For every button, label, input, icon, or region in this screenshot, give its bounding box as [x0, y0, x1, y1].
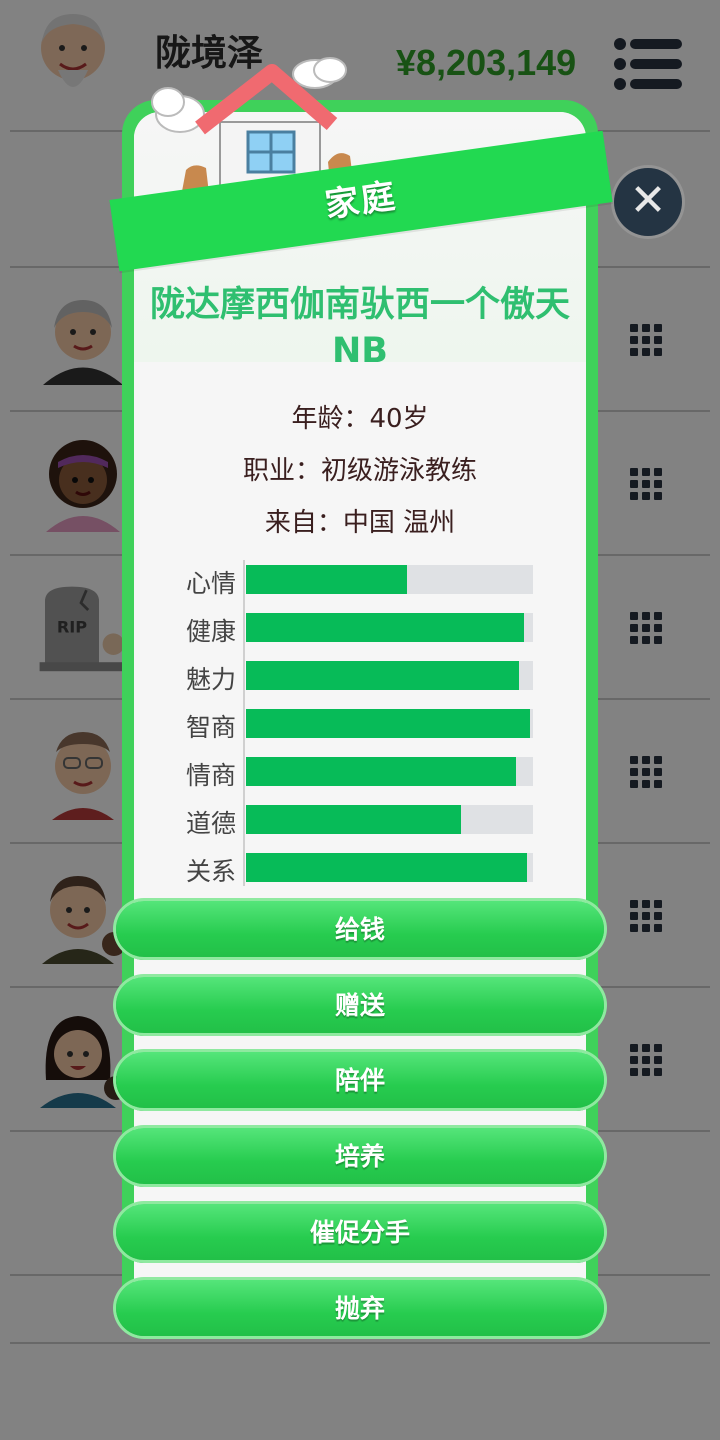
stat-label-morality: 道德 [185, 809, 236, 838]
stat-label-mood: 心情 [185, 569, 236, 598]
gift-label: 赠送 [334, 991, 385, 1020]
stat-label-iq: 智商 [185, 713, 236, 742]
urge-breakup-label: 催促分手 [309, 1218, 410, 1247]
member-name-line2: NB [332, 331, 388, 371]
gift-button[interactable]: 赠送 [116, 977, 604, 1033]
nurture-button[interactable]: 培养 [116, 1128, 604, 1184]
stat-label-health: 健康 [185, 617, 236, 646]
abandon-button[interactable]: 抛弃 [116, 1280, 604, 1336]
urge-breakup-button[interactable]: 催促分手 [116, 1204, 604, 1260]
stat-fill-eq [246, 757, 516, 786]
member-name-line1: 陇达摩西伽南驮西一个傲天 [149, 285, 570, 325]
give-money-label: 给钱 [334, 915, 385, 944]
member-origin: 来自：中国 温州 [264, 508, 456, 538]
close-icon: ✕ [629, 175, 667, 226]
stat-bar-relationship [246, 853, 533, 882]
stat-label-eq: 情商 [185, 761, 236, 790]
member-name: 陇达摩西伽南驮西一个傲天 NB [134, 282, 586, 374]
stats-axis [243, 560, 245, 886]
stat-fill-mood [246, 565, 407, 594]
stat-fill-morality [246, 805, 462, 834]
stat-bar-mood [246, 565, 533, 594]
abandon-label: 抛弃 [334, 1294, 385, 1323]
nurture-label: 培养 [334, 1142, 385, 1171]
accompany-button[interactable]: 陪伴 [116, 1052, 604, 1108]
stat-label-charm: 魅力 [185, 665, 236, 694]
stat-bar-charm [246, 661, 533, 690]
stat-bar-morality [246, 805, 533, 834]
give-money-button[interactable]: 给钱 [116, 901, 604, 957]
member-age: 年龄：40岁 [291, 404, 429, 434]
stat-fill-relationship [246, 853, 528, 882]
stat-fill-charm [246, 661, 519, 690]
stat-label-relationship: 关系 [185, 857, 236, 886]
accompany-label: 陪伴 [334, 1066, 385, 1095]
stat-bar-health [246, 613, 533, 642]
stat-bar-iq [246, 709, 533, 738]
stat-bar-eq [246, 757, 533, 786]
close-button[interactable]: ✕ [614, 168, 682, 236]
stat-fill-iq [246, 709, 531, 738]
stat-fill-health [246, 613, 525, 642]
member-job: 职业：初级游泳教练 [242, 456, 477, 486]
